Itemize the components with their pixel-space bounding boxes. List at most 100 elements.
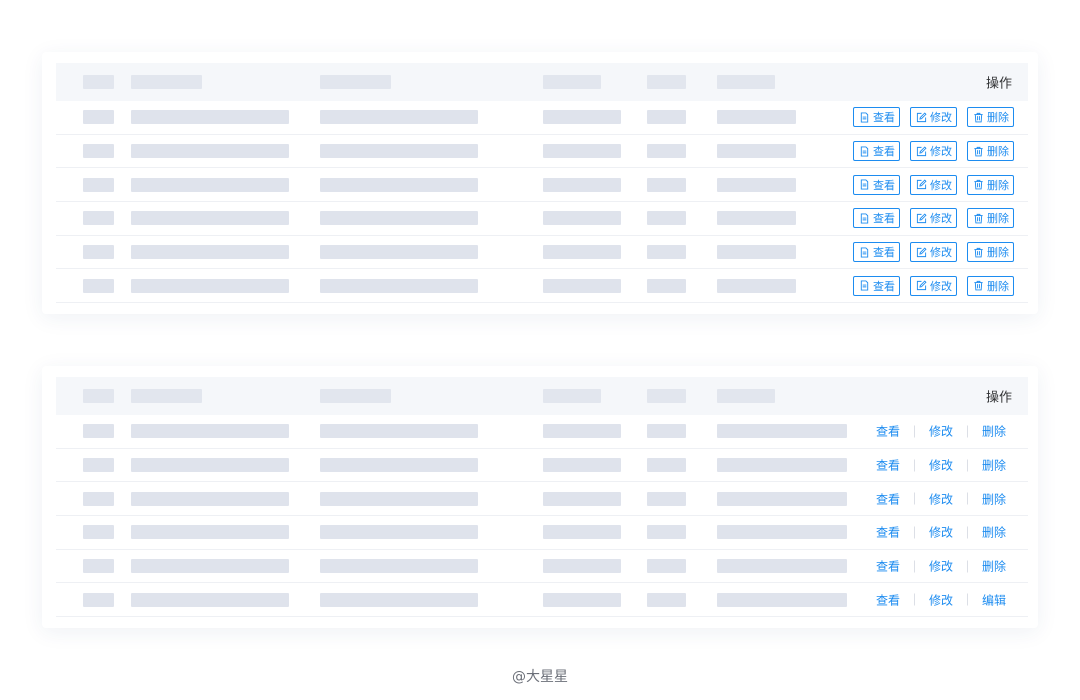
cell-placeholder: [717, 559, 847, 574]
header-placeholder: [647, 389, 686, 403]
cell-placeholder: [717, 211, 796, 226]
cell-placeholder: [83, 144, 114, 159]
cell-placeholder: [647, 211, 686, 226]
document-icon: [859, 247, 873, 258]
cell-placeholder: [543, 245, 621, 260]
divider: [913, 593, 915, 606]
view-button-label: 查看: [873, 279, 895, 293]
cell-placeholder: [131, 424, 289, 439]
cell-placeholder: [717, 245, 796, 260]
modify-link[interactable]: 修改: [929, 558, 953, 575]
edit-icon: [916, 179, 930, 190]
cell-placeholder: [83, 424, 114, 439]
cell-placeholder: [131, 144, 289, 159]
view-link[interactable]: 查看: [876, 558, 900, 575]
table-row: 查看 修改 删除: [56, 449, 1028, 483]
view-link[interactable]: 查看: [876, 591, 900, 608]
view-button[interactable]: 查看: [853, 208, 900, 229]
view-button-label: 查看: [873, 212, 895, 226]
view-button[interactable]: 查看: [853, 141, 900, 162]
edit-button-label: 修改: [930, 178, 952, 192]
cell-placeholder: [717, 458, 847, 473]
cell-placeholder: [83, 245, 114, 260]
delete-button[interactable]: 删除: [967, 174, 1014, 195]
cell-placeholder: [647, 491, 686, 506]
delete-button-label: 删除: [987, 279, 1009, 293]
edit-button[interactable]: 修改: [910, 208, 957, 229]
page: 操作 查看 修改 删除 查看 修改 删除 查看 修改 删除 查看 修改 删除 查…: [0, 0, 1080, 700]
cell-placeholder: [131, 559, 289, 574]
data-table: 操作 查看 修改 删除 查看 修改 删除 查看 修改 删除 查看 修改 删除 查…: [56, 377, 1028, 618]
cell-placeholder: [543, 144, 621, 159]
table-row: 查看 修改 删除: [56, 415, 1028, 449]
delete-button-label: 删除: [987, 246, 1009, 260]
row-actions: 查看 修改 删除: [853, 107, 1014, 128]
view-button-label: 查看: [873, 178, 895, 192]
cell-placeholder: [647, 592, 686, 607]
edit-icon: [916, 247, 930, 258]
view-button[interactable]: 查看: [853, 174, 900, 195]
table-row: 查看 修改 删除: [56, 135, 1028, 169]
trash-icon: [973, 280, 987, 291]
edit-button-label: 修改: [930, 111, 952, 125]
delete-button[interactable]: 删除: [967, 208, 1014, 229]
cell-placeholder: [320, 491, 478, 506]
modify-link[interactable]: 修改: [929, 457, 953, 474]
delete-link[interactable]: 删除: [982, 490, 1006, 507]
cell-placeholder: [543, 211, 621, 226]
edit-button[interactable]: 修改: [910, 174, 957, 195]
delete-button-label: 删除: [987, 111, 1009, 125]
modify-link[interactable]: 修改: [929, 423, 953, 440]
edit-button-label: 修改: [930, 279, 952, 293]
table-row: 查看 修改 删除: [56, 550, 1028, 584]
row-actions: 查看 修改 删除: [876, 524, 1006, 541]
modify-link[interactable]: 修改: [929, 524, 953, 541]
view-link[interactable]: 查看: [876, 423, 900, 440]
divider: [966, 593, 968, 606]
view-button[interactable]: 查看: [853, 242, 900, 263]
trash-icon: [973, 247, 987, 258]
divider: [966, 560, 968, 573]
view-link[interactable]: 查看: [876, 457, 900, 474]
delete-button[interactable]: 删除: [967, 275, 1014, 296]
delete-link[interactable]: 删除: [982, 423, 1006, 440]
delete-button[interactable]: 删除: [967, 242, 1014, 263]
edit-button[interactable]: 修改: [910, 107, 957, 128]
header-placeholder: [131, 75, 202, 89]
edit-button[interactable]: 修改: [910, 242, 957, 263]
row-actions: 查看 修改 删除: [876, 423, 1006, 440]
table-row: 查看 修改 删除: [56, 516, 1028, 550]
cell-placeholder: [131, 278, 289, 293]
cell-placeholder: [543, 559, 621, 574]
view-link[interactable]: 查看: [876, 490, 900, 507]
cell-placeholder: [83, 525, 114, 540]
cell-placeholder: [543, 592, 621, 607]
view-button-label: 查看: [873, 111, 895, 125]
delete-link[interactable]: 删除: [982, 558, 1006, 575]
row-actions: 查看 修改 删除: [853, 141, 1014, 162]
delete-button[interactable]: 删除: [967, 107, 1014, 128]
table-row: 查看 修改 删除: [56, 482, 1028, 517]
cell-placeholder: [543, 278, 621, 293]
footer-credit: @大星星: [512, 669, 568, 685]
view-button[interactable]: 查看: [853, 107, 900, 128]
delete-link[interactable]: 删除: [982, 457, 1006, 474]
divider: [913, 526, 915, 539]
table-row: 查看 修改 删除: [56, 168, 1028, 203]
table-body: 查看 修改 删除 查看 修改 删除 查看 修改 删除 查看 修改 删除 查看 修…: [56, 415, 1028, 618]
table-row: 查看 修改 编辑: [56, 583, 1028, 618]
edit-button[interactable]: 修改: [910, 141, 957, 162]
table-header: 操作: [56, 63, 1028, 101]
row-actions: 查看 修改 删除: [853, 208, 1014, 229]
edit-link[interactable]: 编辑: [982, 591, 1006, 608]
delete-button[interactable]: 删除: [967, 141, 1014, 162]
delete-link[interactable]: 删除: [982, 524, 1006, 541]
modify-link[interactable]: 修改: [929, 490, 953, 507]
edit-button[interactable]: 修改: [910, 275, 957, 296]
divider: [913, 492, 915, 505]
cell-placeholder: [320, 177, 478, 192]
view-button[interactable]: 查看: [853, 275, 900, 296]
modify-link[interactable]: 修改: [929, 591, 953, 608]
row-actions: 查看 修改 编辑: [876, 591, 1006, 608]
view-link[interactable]: 查看: [876, 524, 900, 541]
